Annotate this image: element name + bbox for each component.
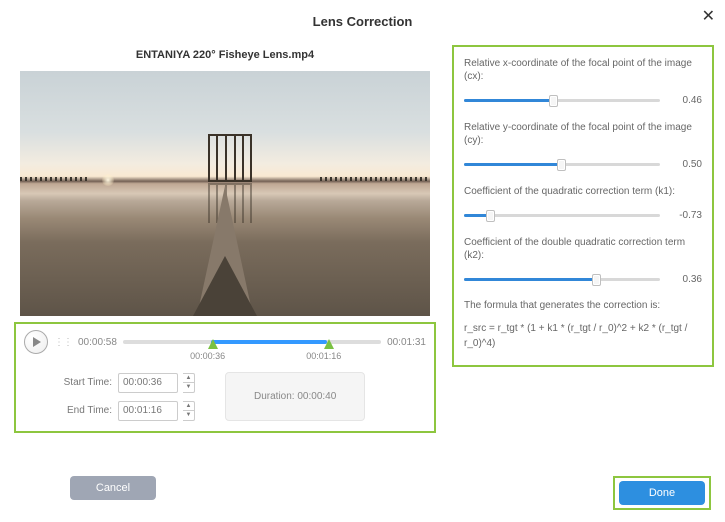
param-cx-label: Relative x-coordinate of the focal point… [464,57,702,83]
stepper-down-icon[interactable]: ▼ [183,411,194,420]
timeline-controls: ⋮⋮ 00:00:58 00:00:36 00:01:16 00:01:31 [14,322,436,433]
formula-intro: The formula that generates the correctio… [464,300,702,311]
done-button[interactable]: Done [619,481,705,505]
param-cy-value: 0.50 [668,159,702,170]
start-time-input[interactable] [118,373,178,393]
total-time: 00:01:31 [387,337,426,348]
param-k2-value: 0.36 [668,274,702,285]
video-preview [20,71,430,316]
cancel-button[interactable]: Cancel [70,476,156,500]
current-time: 00:00:58 [78,337,117,348]
end-time-label: End Time: [54,405,112,416]
param-cx-slider[interactable] [464,93,660,107]
correction-params: Relative x-coordinate of the focal point… [452,45,714,367]
param-cy-label: Relative y-coordinate of the focal point… [464,121,702,147]
param-k1-slider[interactable] [464,208,660,222]
start-time-label: Start Time: [54,377,112,388]
timeline-track[interactable]: 00:00:36 00:01:16 [123,332,381,352]
stepper-up-icon[interactable]: ▲ [183,374,194,384]
play-button[interactable] [24,330,48,354]
range-start-time: 00:00:36 [190,351,225,361]
close-icon[interactable]: ✕ [702,6,715,26]
drag-handle-icon[interactable]: ⋮⋮ [54,337,72,348]
start-time-stepper[interactable]: ▲ ▼ [183,373,195,393]
end-time-stepper[interactable]: ▲ ▼ [183,401,195,421]
param-cy-slider[interactable] [464,157,660,171]
video-filename: ENTANIYA 220° Fisheye Lens.mp4 [10,39,440,71]
end-time-input[interactable] [118,401,178,421]
stepper-down-icon[interactable]: ▼ [183,383,194,392]
stepper-up-icon[interactable]: ▲ [183,402,194,412]
param-k1-value: -0.73 [668,210,702,221]
duration-display: Duration: 00:00:40 [225,372,365,421]
play-icon [33,337,41,347]
dialog-title: Lens Correction [0,0,725,39]
range-end-time: 00:01:16 [306,351,341,361]
param-k2-label: Coefficient of the double quadratic corr… [464,236,702,262]
formula-body: r_src = r_tgt * (1 + k1 * (r_tgt / r_0)^… [464,321,702,351]
param-cx-value: 0.46 [668,95,702,106]
param-k1-label: Coefficient of the quadratic correction … [464,185,702,198]
param-k2-slider[interactable] [464,272,660,286]
